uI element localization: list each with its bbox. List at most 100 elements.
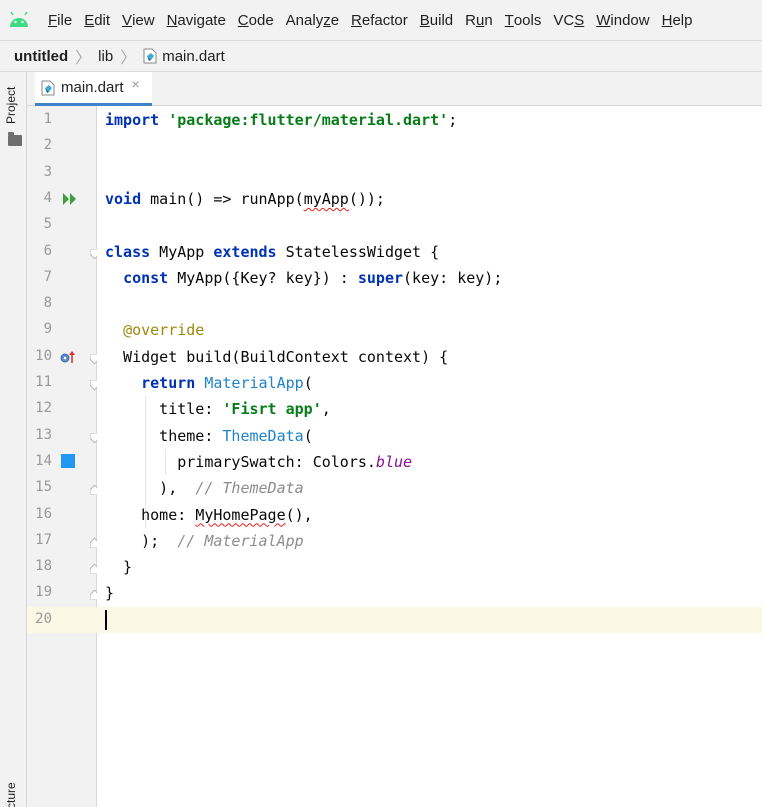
code-token: ); xyxy=(105,531,178,550)
code-token: (), xyxy=(285,505,313,524)
code-token: class xyxy=(105,242,151,261)
code-line[interactable]: } xyxy=(105,580,114,606)
menu-item-text: elp xyxy=(672,11,693,29)
menu-item-mnemonic: W xyxy=(596,11,611,29)
menu-item[interactable]: Edit xyxy=(78,0,116,40)
code-line[interactable]: primarySwatch: Colors.blue xyxy=(105,449,412,475)
code-line[interactable]: ), // ThemeData xyxy=(105,475,304,501)
breadcrumb-file[interactable]: main.dart xyxy=(162,48,225,65)
code-token: MyHomePage xyxy=(195,505,286,524)
menu-item-text: indow xyxy=(610,11,650,29)
breadcrumb-separator: 〉 xyxy=(75,50,92,67)
menu-item-text: ools xyxy=(513,11,542,29)
code-token: super xyxy=(357,268,404,287)
code-line[interactable]: title: 'Fisrt app', xyxy=(105,396,331,422)
menu-item-text: efactor xyxy=(361,11,408,29)
structure-tool-button[interactable]: Structure xyxy=(4,771,24,807)
menu-item[interactable]: File xyxy=(42,0,78,40)
code-token: } xyxy=(105,558,133,577)
line-number: 11 xyxy=(35,374,52,390)
code-token: // ThemeData xyxy=(195,479,304,498)
menu-item[interactable]: Help xyxy=(656,0,699,40)
code-token: home: xyxy=(105,505,196,524)
menu-item[interactable]: Window xyxy=(590,0,655,40)
left-tool-strip: Project Structure xyxy=(0,72,27,807)
menu-item-text: Analy xyxy=(285,11,324,29)
code-token: ThemeData xyxy=(222,426,304,445)
color-swatch-icon[interactable] xyxy=(61,453,75,468)
line-number: 2 xyxy=(43,137,52,154)
line-number: 19 xyxy=(35,584,52,601)
code-token: // MaterialApp xyxy=(177,531,304,550)
menu-item-mnemonic: V xyxy=(122,11,133,29)
line-number: 14 xyxy=(35,452,52,469)
structure-tool-label: Structure xyxy=(4,782,18,807)
code-token: MaterialApp xyxy=(204,374,304,392)
menu-item-mnemonic: F xyxy=(48,11,58,29)
code-line[interactable]: void main() => runApp(myApp()); xyxy=(105,186,385,212)
breadcrumb-project[interactable]: untitled xyxy=(14,48,68,65)
line-number: 1 xyxy=(43,111,52,127)
line-number: 20 xyxy=(35,610,52,627)
code-line[interactable]: const MyApp({Key? key}) : super(key: key… xyxy=(105,265,502,291)
code-token: 'package:flutter/material.dart' xyxy=(168,111,449,129)
code-line[interactable]: ); // MaterialApp xyxy=(105,528,304,554)
menu-item[interactable]: VC S xyxy=(547,0,590,40)
menu-item[interactable]: View xyxy=(116,0,161,40)
line-number: 13 xyxy=(35,426,52,443)
line-number: 16 xyxy=(35,505,52,522)
dart-file-icon xyxy=(41,80,55,96)
menu-item[interactable]: Navigate xyxy=(161,0,232,40)
menu-item-mnemonic: u xyxy=(475,11,485,29)
code-line[interactable]: import 'package:flutter/material.dart'; xyxy=(105,107,457,133)
code-token: } xyxy=(105,584,115,603)
code-line[interactable]: return MaterialApp( xyxy=(105,370,313,396)
tab-main-dart[interactable]: main.dart × xyxy=(35,72,152,106)
menu-item-text: dit xyxy=(94,11,111,29)
menu-item-text: ode xyxy=(248,11,274,29)
menu-item[interactable]: Refactor xyxy=(345,0,414,40)
line-number: 15 xyxy=(35,479,52,496)
line-number: 4 xyxy=(43,189,52,206)
menu-item[interactable]: Code xyxy=(232,0,280,40)
run-icon[interactable] xyxy=(63,192,77,208)
override-icon[interactable] xyxy=(60,350,76,367)
breadcrumb-folder[interactable]: lib xyxy=(98,48,113,65)
line-number: 8 xyxy=(43,295,52,312)
code-token: title: xyxy=(105,400,223,419)
menu-item[interactable]: Tools xyxy=(499,0,548,40)
line-number: 10 xyxy=(35,347,52,364)
code-line[interactable]: class MyApp extends StatelessWidget { xyxy=(105,239,439,265)
editor-tab-bar: main.dart × xyxy=(27,72,762,106)
menu-item[interactable]: Analy z e xyxy=(280,0,345,40)
code-line[interactable]: theme: ThemeData( xyxy=(105,423,313,449)
code-token: MyApp xyxy=(150,242,214,261)
menu-item[interactable]: Run xyxy=(459,0,499,40)
android-logo-icon xyxy=(8,9,30,31)
code-line[interactable]: home: MyHomePage(), xyxy=(105,502,313,528)
code-line[interactable]: Widget build(BuildContext context) { xyxy=(105,344,448,370)
breadcrumb: untitled 〉 lib 〉 main.dart xyxy=(0,40,762,72)
menu-item-text: n xyxy=(484,11,493,29)
line-number: 6 xyxy=(43,242,52,259)
menu-item[interactable]: Build xyxy=(414,0,459,40)
line-number: 3 xyxy=(43,163,52,180)
menu-item-mnemonic: H xyxy=(661,11,673,29)
code-token: myApp xyxy=(303,189,349,208)
project-tool-label: Project xyxy=(4,86,18,124)
menu-item-text: uild xyxy=(429,11,454,29)
menu-item-mnemonic: R xyxy=(351,11,362,29)
close-tab-icon[interactable]: × xyxy=(132,76,140,92)
code-line[interactable]: } xyxy=(105,554,132,580)
code-token: 'Fisrt app' xyxy=(222,400,322,419)
code-editor[interactable]: import 'package:flutter/material.dart'; v… xyxy=(97,106,762,807)
line-number: 5 xyxy=(43,216,52,233)
project-tool-button[interactable]: Project xyxy=(4,80,24,146)
code-token: ( xyxy=(303,374,313,392)
code-line[interactable]: @override xyxy=(105,317,204,343)
code-token: main() => runApp( xyxy=(141,189,304,208)
